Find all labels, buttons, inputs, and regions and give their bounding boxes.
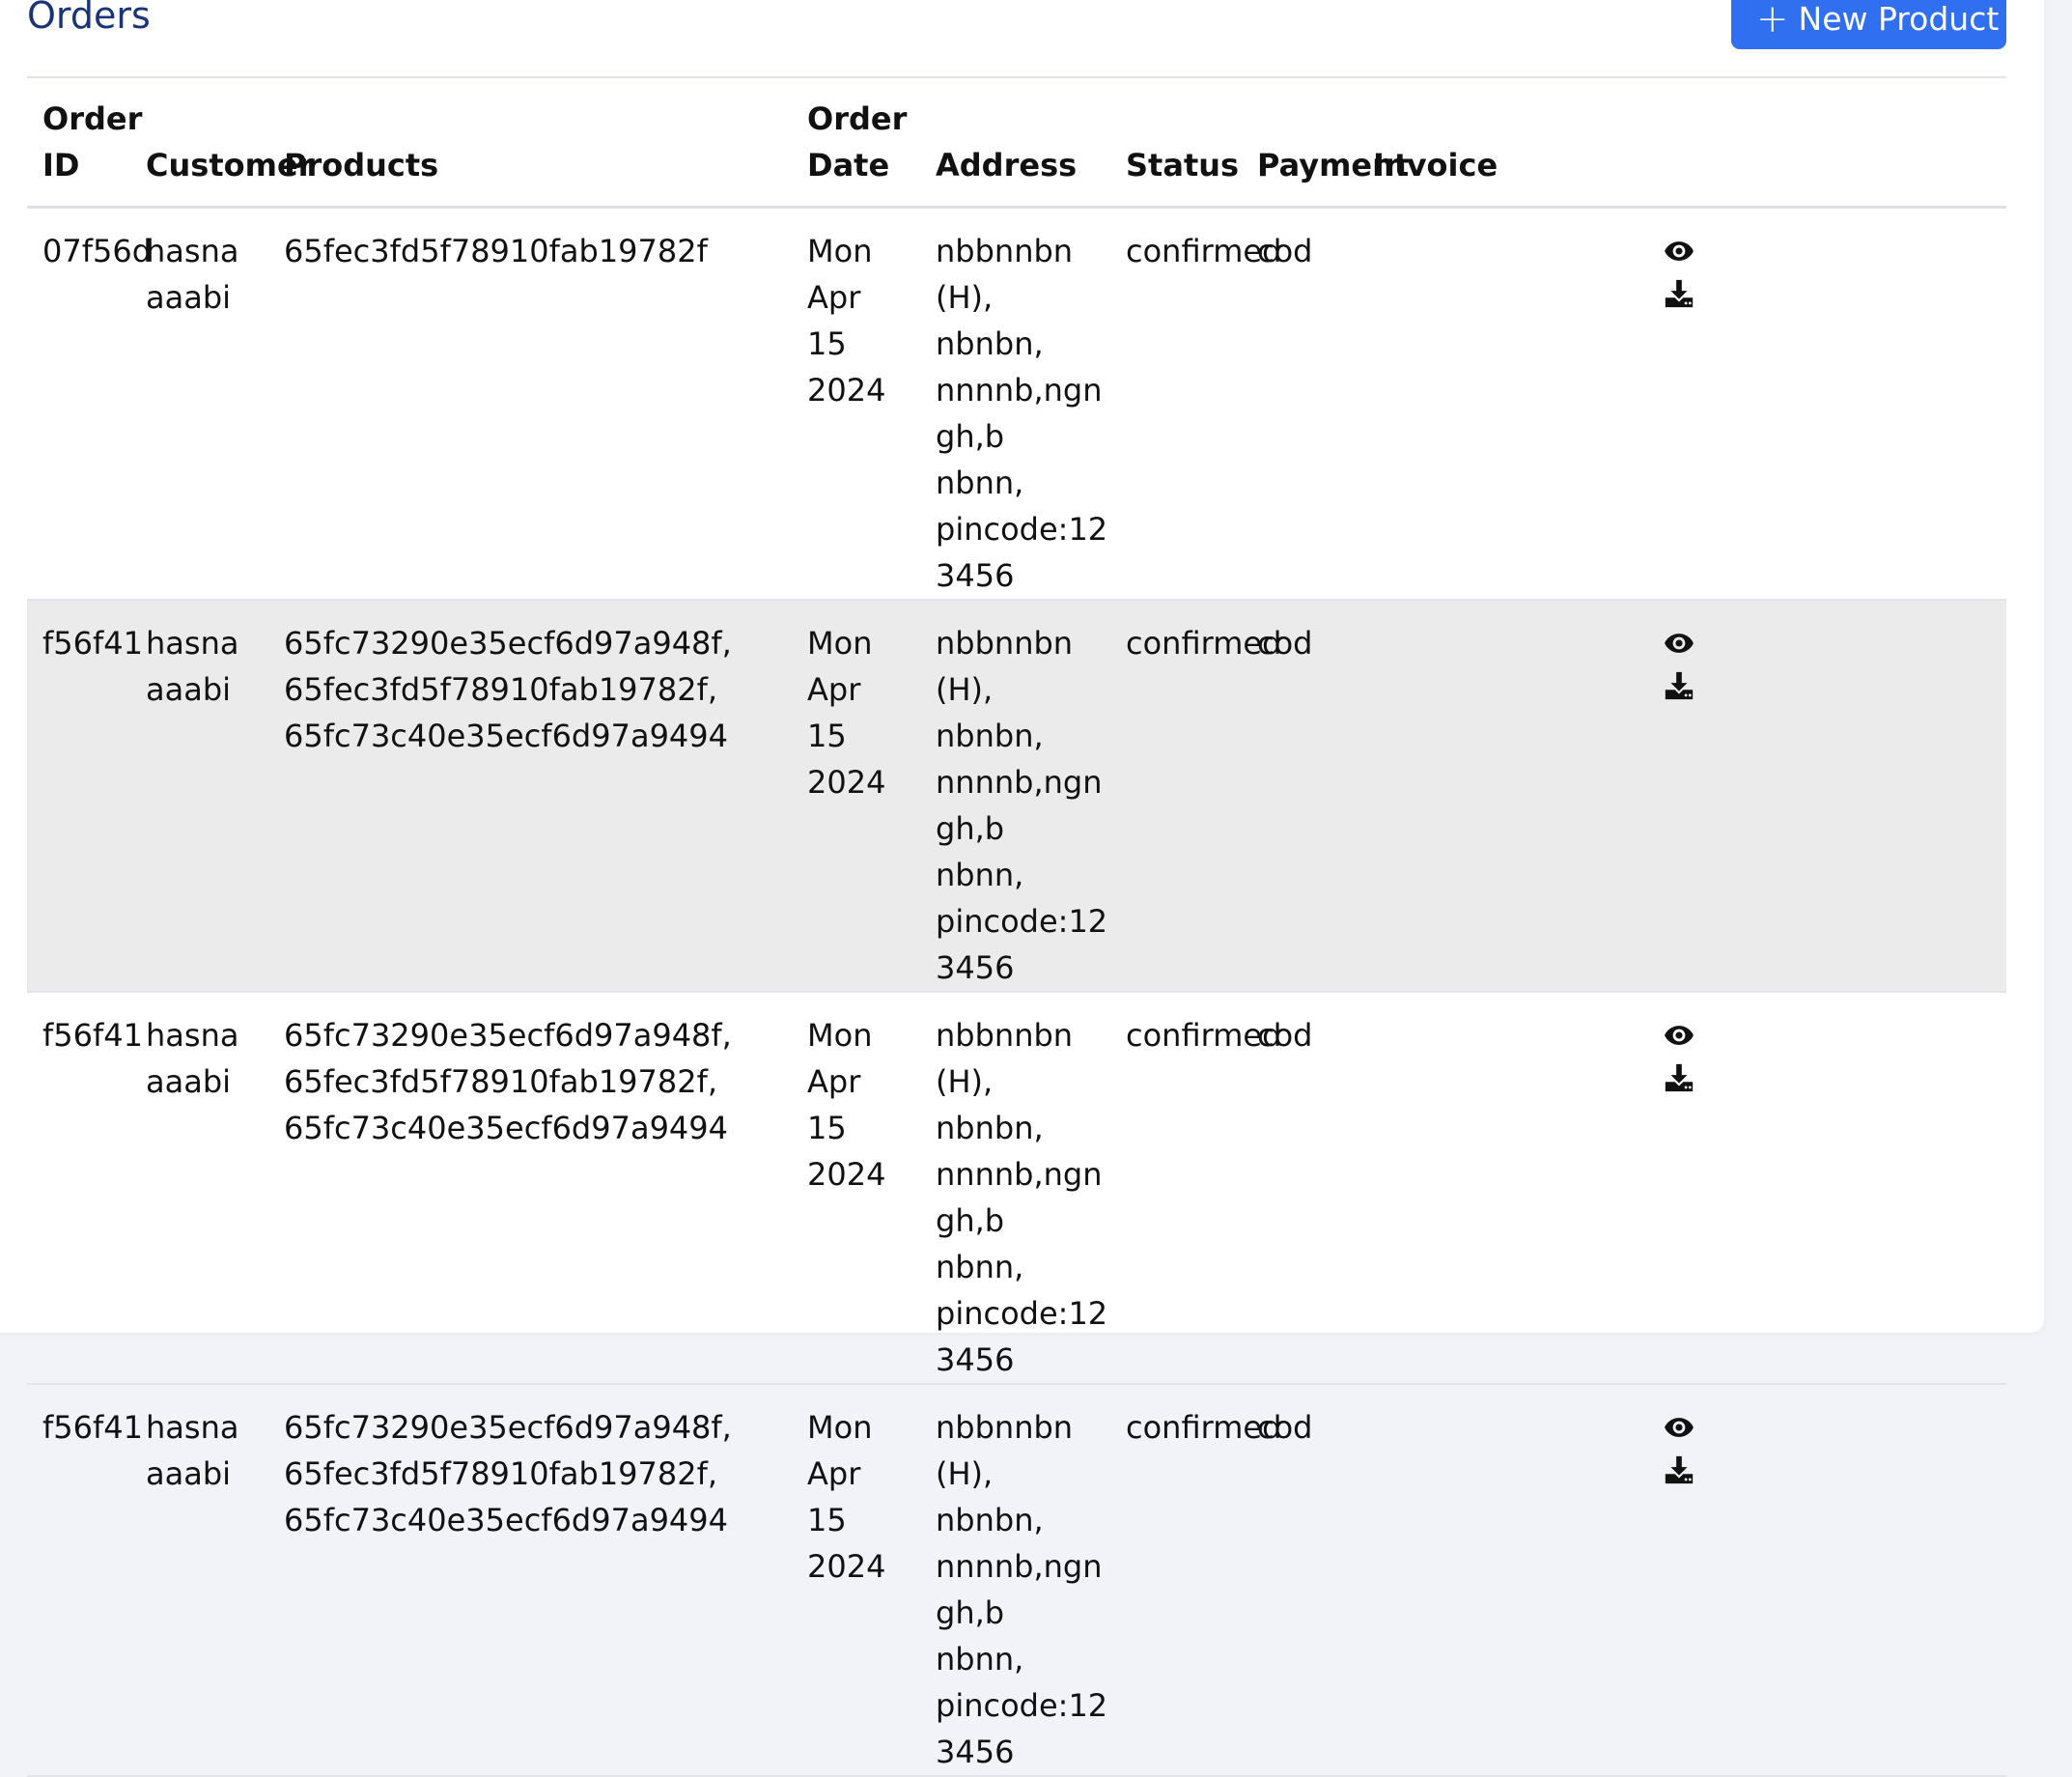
header-customer: Customer bbox=[130, 77, 313, 209]
cell-invoice bbox=[1365, 1384, 2006, 1776]
table-row: f56f41 hasna aaabi 65fc73290e35ecf6d97a948f… bbox=[27, 1384, 2006, 1776]
product-id: 65fc73290e35ecf6d97a948f, bbox=[284, 625, 732, 662]
orders-table: Order ID Customer Products Order Date Addr… bbox=[27, 76, 2006, 1777]
product-id: 65fec3fd5f78910fab19782f bbox=[284, 233, 708, 269]
address-line: nbnn, bbox=[936, 857, 1024, 893]
cell-products: 65fc73290e35ecf6d97a948f, 65fec3fd5f78910… bbox=[268, 600, 792, 992]
address-line: nbnn, bbox=[936, 465, 1024, 501]
product-id: 65fc73c40e35ecf6d97a9494 bbox=[284, 718, 728, 754]
cell-address: nbbnnbn (H), nbnbn, nnnnb,ngngh,b nbnn, pinc… bbox=[920, 208, 1110, 601]
cell-address: nbbnnbn (H), nbnbn, nnnnb,ngngh,b nbnn, pinc… bbox=[920, 992, 1110, 1384]
product-id: 65fc73c40e35ecf6d97a9494 bbox=[284, 1110, 728, 1146]
address-line: nbnbn, bbox=[936, 718, 1044, 754]
new-product-button[interactable]: + New Product bbox=[1731, 0, 2006, 49]
table-row: f56f41 hasna aaabi 65fc73290e35ecf6d97a948f… bbox=[27, 992, 2006, 1384]
table-row: 07f56d hasna aaabi 65fec3fd5f78910fab19782f… bbox=[27, 208, 2006, 601]
eye-icon[interactable] bbox=[1663, 1018, 1695, 1051]
address-line: nbnbn, bbox=[936, 1502, 1044, 1538]
address-line: pincode:123456 bbox=[936, 903, 1108, 986]
cell-address: nbbnnbn (H), nbnbn, nnnnb,ngngh,b nbnn, pinc… bbox=[920, 1384, 1110, 1776]
cell-payment: cod bbox=[1257, 625, 1313, 662]
address-line: nbbnnbn (H), bbox=[936, 625, 1074, 708]
address-line: nbnbn, bbox=[936, 325, 1044, 362]
address-line: nnnnb,ngngh,b bbox=[936, 1156, 1103, 1239]
address-line: nnnnb,ngngh,b bbox=[936, 764, 1103, 847]
download-icon[interactable] bbox=[1663, 276, 1695, 309]
cell-products: 65fc73290e35ecf6d97a948f, 65fec3fd5f78910… bbox=[268, 1384, 792, 1776]
cell-order-id: f56f41 bbox=[42, 1409, 143, 1446]
cell-order-date: Mon Apr 15 2024 bbox=[807, 1017, 886, 1193]
address-line: nbnn, bbox=[936, 1641, 1024, 1678]
address-line: pincode:123456 bbox=[936, 1295, 1108, 1378]
cell-invoice bbox=[1365, 600, 2006, 992]
eye-icon[interactable] bbox=[1663, 1410, 1695, 1443]
table-header-row: Order ID Customer Products Order Date Addr… bbox=[27, 77, 2006, 209]
new-product-label: New Product bbox=[1798, 0, 2000, 38]
header-order-date: Order Date bbox=[792, 77, 920, 209]
plus-icon: + bbox=[1756, 0, 1789, 42]
cell-customer: hasna aaabi bbox=[146, 1409, 239, 1492]
cell-order-id: f56f41 bbox=[42, 625, 143, 662]
cell-payment: cod bbox=[1257, 233, 1313, 269]
download-icon[interactable] bbox=[1663, 668, 1695, 701]
product-id: 65fec3fd5f78910fab19782f, bbox=[284, 1063, 718, 1100]
cell-order-id: 07f56d bbox=[42, 233, 153, 269]
cell-status: confirmed bbox=[1126, 625, 1282, 662]
header-products: Products bbox=[268, 77, 792, 209]
cell-payment: cod bbox=[1257, 1409, 1313, 1446]
product-id: 65fc73290e35ecf6d97a948f, bbox=[284, 1409, 732, 1446]
product-id: 65fec3fd5f78910fab19782f, bbox=[284, 1455, 718, 1492]
cell-address: nbbnnbn (H), nbnbn, nnnnb,ngngh,b nbnn, pinc… bbox=[920, 600, 1110, 992]
header-order-id: Order ID bbox=[27, 77, 142, 209]
product-id: 65fc73290e35ecf6d97a948f, bbox=[284, 1017, 732, 1054]
header-status: Status bbox=[1110, 77, 1242, 209]
header-payment: Payment bbox=[1242, 77, 1409, 209]
cell-order-date: Mon Apr 15 2024 bbox=[807, 233, 886, 409]
address-line: nbnbn, bbox=[936, 1110, 1044, 1146]
address-line: nnnnb,ngngh,b bbox=[936, 1548, 1103, 1631]
cell-order-id: f56f41 bbox=[42, 1017, 143, 1054]
cell-status: confirmed bbox=[1126, 233, 1282, 269]
address-line: nbnn, bbox=[936, 1249, 1024, 1285]
cell-customer: hasna aaabi bbox=[146, 233, 239, 316]
address-line: nbbnnbn (H), bbox=[936, 1409, 1074, 1492]
eye-icon[interactable] bbox=[1663, 234, 1695, 267]
address-line: pincode:123456 bbox=[936, 511, 1108, 594]
table-row: f56f41 hasna aaabi 65fc73290e35ecf6d97a948f… bbox=[27, 600, 2006, 992]
cell-status: confirmed bbox=[1126, 1017, 1282, 1054]
cell-invoice bbox=[1365, 208, 2006, 601]
header-invoice: Invoice bbox=[1365, 77, 2006, 209]
address-line: nbbnnbn (H), bbox=[936, 233, 1074, 316]
address-line: nbbnnbn (H), bbox=[936, 1017, 1074, 1100]
eye-icon[interactable] bbox=[1663, 626, 1695, 659]
cell-status: confirmed bbox=[1126, 1409, 1282, 1446]
page-title: Orders bbox=[27, 0, 151, 37]
download-icon[interactable] bbox=[1663, 1060, 1695, 1093]
cell-products: 65fc73290e35ecf6d97a948f, 65fec3fd5f78910… bbox=[268, 992, 792, 1384]
cell-customer: hasna aaabi bbox=[146, 1017, 239, 1100]
product-id: 65fec3fd5f78910fab19782f, bbox=[284, 671, 718, 708]
product-id: 65fc73c40e35ecf6d97a9494 bbox=[284, 1502, 728, 1538]
orders-card: Orders + New Product Order ID Customer Pr… bbox=[0, 0, 2044, 1776]
header-address: Address bbox=[920, 77, 1110, 209]
cell-products: 65fec3fd5f78910fab19782f bbox=[268, 208, 792, 601]
cell-invoice bbox=[1365, 992, 2006, 1384]
cell-order-date: Mon Apr 15 2024 bbox=[807, 1409, 886, 1585]
download-icon[interactable] bbox=[1663, 1453, 1695, 1485]
address-line: nnnnb,ngngh,b bbox=[936, 372, 1103, 455]
cell-customer: hasna aaabi bbox=[146, 625, 239, 708]
cell-payment: cod bbox=[1257, 1017, 1313, 1054]
address-line: pincode:123456 bbox=[936, 1687, 1108, 1770]
cell-order-date: Mon Apr 15 2024 bbox=[807, 625, 886, 801]
